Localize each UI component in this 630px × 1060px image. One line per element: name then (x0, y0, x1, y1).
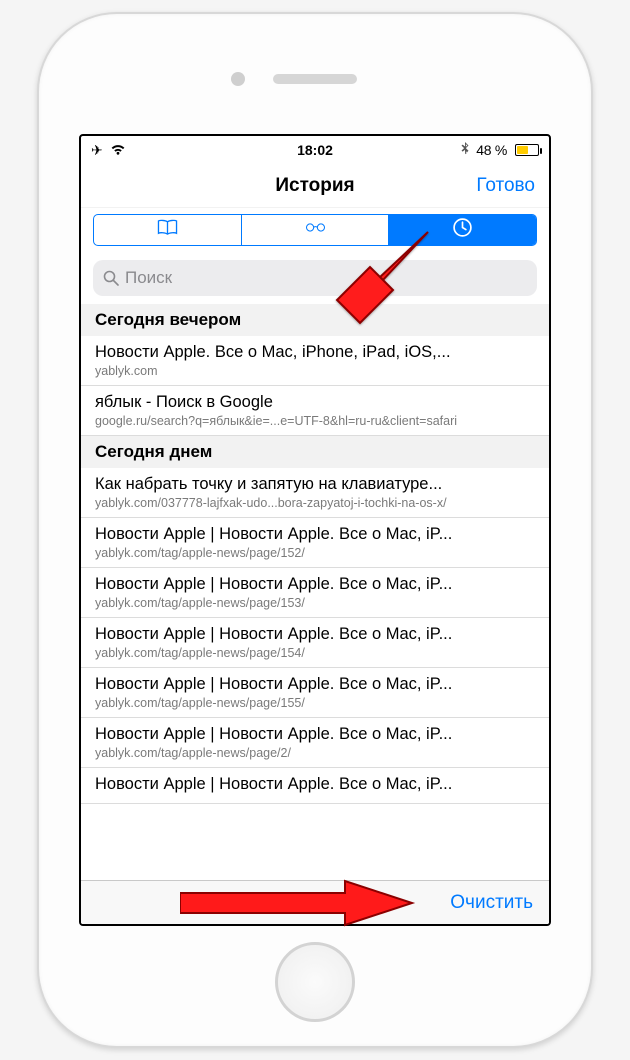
history-item-title: Новости Apple | Новости Apple. Все о Mac… (95, 725, 535, 744)
segmented-tabs (93, 214, 537, 246)
history-item-url: yablyk.com/tag/apple-news/page/155/ (95, 696, 535, 710)
history-item-url: yablyk.com (95, 364, 535, 378)
search-icon (103, 270, 119, 286)
battery-percent: 48 % (476, 142, 507, 158)
bluetooth-icon (460, 142, 470, 159)
search-input[interactable]: Поиск (93, 260, 537, 296)
history-item[interactable]: Новости Apple. Все о Mac, iPhone, iPad, … (81, 336, 549, 386)
glasses-icon (304, 217, 327, 243)
search-placeholder: Поиск (125, 268, 172, 288)
history-item-url: yablyk.com/tag/apple-news/page/2/ (95, 746, 535, 760)
tab-bookmarks[interactable] (94, 215, 242, 245)
history-item-title: Новости Apple | Новости Apple. Все о Mac… (95, 775, 535, 794)
status-time: 18:02 (297, 142, 333, 158)
history-item[interactable]: Новости Apple | Новости Apple. Все о Mac… (81, 768, 549, 804)
history-item-title: Новости Apple. Все о Mac, iPhone, iPad, … (95, 343, 535, 362)
history-item-title: Новости Apple | Новости Apple. Все о Mac… (95, 575, 535, 594)
history-item-title: яблык - Поиск в Google (95, 393, 535, 412)
history-list[interactable]: Сегодня вечером Новости Apple. Все о Mac,… (81, 304, 549, 880)
history-item[interactable]: Новости Apple | Новости Apple. Все о Mac… (81, 718, 549, 768)
history-item[interactable]: яблык - Поиск в Google google.ru/search?q… (81, 386, 549, 436)
history-item[interactable]: Новости Apple | Новости Apple. Все о Mac… (81, 568, 549, 618)
home-button[interactable] (275, 942, 355, 1022)
book-icon (156, 217, 179, 243)
clear-button[interactable]: Очистить (450, 892, 533, 914)
history-item-url: yablyk.com/tag/apple-news/page/154/ (95, 646, 535, 660)
history-item-url: yablyk.com/tag/apple-news/page/152/ (95, 546, 535, 560)
tab-history[interactable] (389, 215, 536, 245)
clock-icon (451, 217, 474, 243)
history-item-url: google.ru/search?q=яблык&ie=...e=UTF-8&h… (95, 414, 535, 428)
history-item-title: Новости Apple | Новости Apple. Все о Mac… (95, 525, 535, 544)
screen: ✈ 18:02 48 % История Готово (79, 134, 551, 926)
history-item-title: Новости Apple | Новости Apple. Все о Mac… (95, 625, 535, 644)
tab-reading-list[interactable] (242, 215, 390, 245)
history-item-title: Как набрать точку и запятую на клавиатур… (95, 475, 535, 494)
front-camera (231, 72, 245, 86)
history-item-url: yablyk.com/tag/apple-news/page/153/ (95, 596, 535, 610)
toolbar: Очистить (81, 880, 549, 924)
status-bar: ✈ 18:02 48 % (81, 136, 549, 164)
history-item-url: yablyk.com/037778-lajfxak-udo...bora-zap… (95, 496, 535, 510)
airplane-mode-icon: ✈ (91, 142, 103, 159)
iphone-frame: ✈ 18:02 48 % История Готово (37, 12, 593, 1048)
wifi-icon (109, 142, 127, 159)
history-item[interactable]: Как набрать точку и запятую на клавиатур… (81, 468, 549, 518)
history-item[interactable]: Новости Apple | Новости Apple. Все о Mac… (81, 618, 549, 668)
section-header: Сегодня вечером (81, 304, 549, 336)
earpiece-speaker (273, 74, 357, 84)
history-item[interactable]: Новости Apple | Новости Apple. Все о Mac… (81, 668, 549, 718)
history-item[interactable]: Новости Apple | Новости Apple. Все о Mac… (81, 518, 549, 568)
done-button[interactable]: Готово (476, 175, 535, 197)
history-item-title: Новости Apple | Новости Apple. Все о Mac… (95, 675, 535, 694)
section-header: Сегодня днем (81, 436, 549, 468)
nav-bar: История Готово (81, 164, 549, 208)
battery-icon (515, 144, 539, 156)
